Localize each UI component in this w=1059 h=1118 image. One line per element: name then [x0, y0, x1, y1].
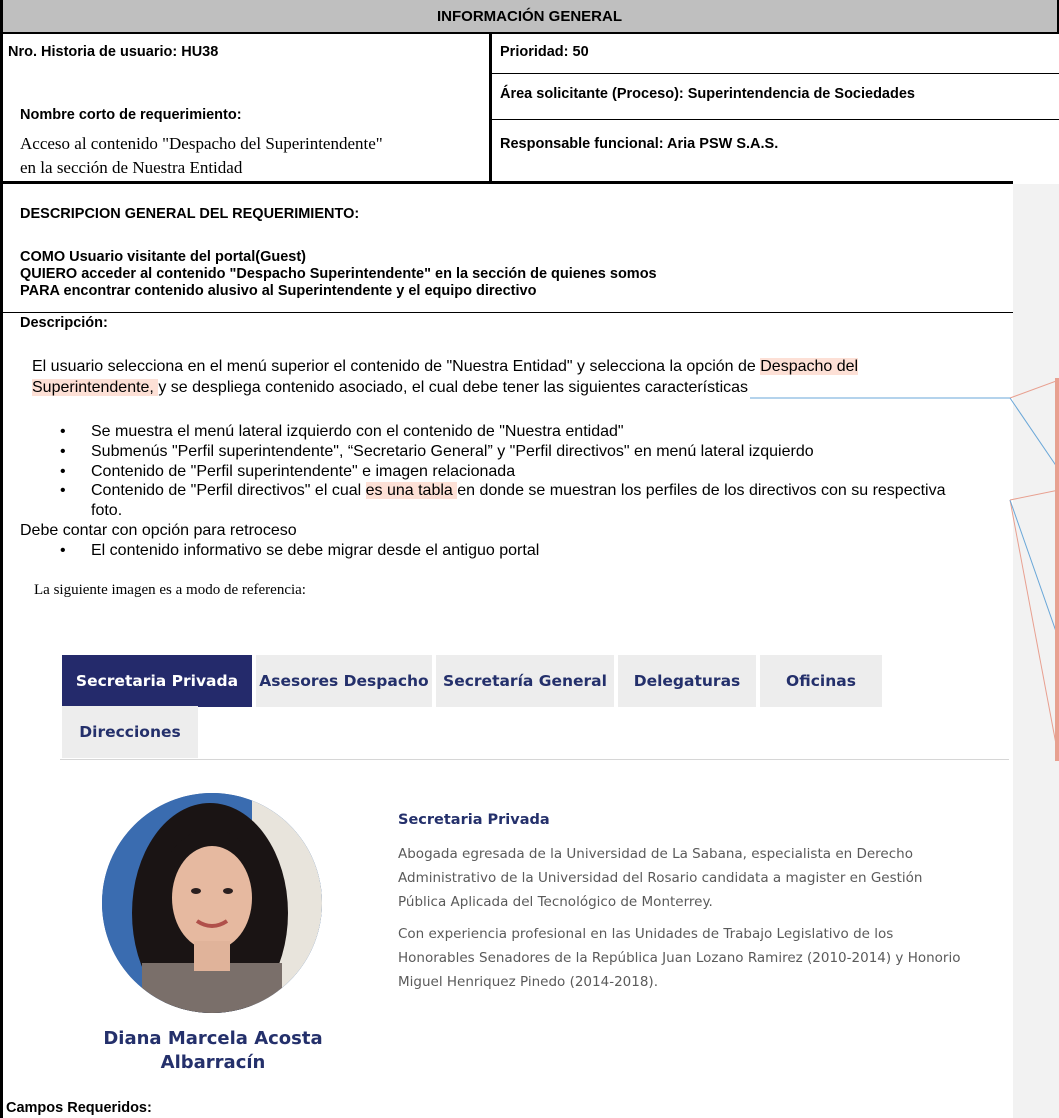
bullet-dot-5: • [60, 542, 66, 559]
para2-line-2: Honorables Senadores de la República Jua… [398, 950, 961, 966]
bullet-3: Contenido de "Perfil superintendente" e … [91, 463, 516, 480]
user-story-para: PARA encontrar contenido alusivo al Supe… [20, 283, 537, 299]
required-fields-label: Campos Requeridos: [6, 1100, 152, 1116]
tab-underline [60, 759, 1009, 760]
profile-paragraph-2: Con experiencia profesional en las Unida… [398, 922, 961, 994]
header-title: INFORMACIÓN GENERAL [437, 8, 622, 25]
responsible: Responsable funcional: Aria PSW S.A.S. [500, 136, 779, 152]
tab-delegaturas[interactable]: Delegaturas [618, 655, 756, 707]
description-paragraph-line-2: Superintendente, y se despliega contenid… [32, 379, 749, 396]
reference-note: La siguiente imagen es a modo de referen… [34, 582, 306, 598]
rollback-requirement: Debe contar con opción para retroceso [20, 522, 297, 539]
general-description-heading: DESCRIPCION GENERAL DEL REQUERIMIENTO: [20, 206, 360, 222]
profile-photo [102, 793, 322, 1013]
table-divider-middle [489, 32, 492, 182]
tab-asesores-despacho[interactable]: Asesores Despacho [256, 655, 432, 707]
para2-line-3: Miguel Henriquez Pinedo (2014-2018). [398, 974, 658, 990]
section-title: Secretaria Privada [398, 812, 550, 828]
story-number: Nro. Historia de usuario: HU38 [8, 44, 219, 60]
bullet-5: El contenido informativo se debe migrar … [91, 542, 540, 559]
para1-line-1: Abogada egresada de la Universidad de La… [398, 846, 913, 862]
person-name: Diana Marcela Acosta Albarracín [72, 1027, 354, 1075]
area-requesting: Área solicitante (Proceso): Superintende… [500, 86, 915, 102]
short-name-line-2: en la sección de Nuestra Entidad [20, 158, 243, 177]
highlight-comment-1-cont: Superintendente, [32, 379, 159, 396]
tab-secretaria-privada[interactable]: Secretaria Privada [62, 655, 252, 707]
user-story-como: COMO Usuario visitante del portal(Guest) [20, 249, 307, 265]
table-divider-rows [492, 73, 1059, 74]
bullet-dot-2: • [60, 443, 66, 460]
table-divider-section [0, 181, 1013, 184]
user-story-quiero: QUIERO acceder al contenido "Despacho Su… [20, 266, 657, 282]
description-label: Descripción: [20, 315, 108, 331]
priority: Prioridad: 50 [500, 44, 589, 60]
tab-direcciones[interactable]: Direcciones [62, 706, 198, 758]
bullet-dot-4: • [60, 482, 66, 499]
tab-oficinas[interactable]: Oficinas [760, 655, 882, 707]
portrait-illustration [102, 793, 322, 1013]
para1-line-2: Administrativo de la Universidad del Ros… [398, 870, 923, 886]
short-name-label: Nombre corto de requerimiento: [20, 107, 242, 123]
bullet-1: Se muestra el menú lateral izquierdo con… [91, 423, 624, 440]
bullet-dot-3: • [60, 463, 66, 480]
person-name-line-1: Diana Marcela Acosta [103, 1028, 323, 1049]
highlight-comment-2: es una tabla [365, 482, 458, 499]
short-name-line-1: Acceso al contenido "Despacho del Superi… [20, 134, 383, 153]
para1-line-3: Pública Aplicada del Tecnológico de Mont… [398, 894, 713, 910]
table-divider-rows-2 [492, 119, 1059, 120]
comment-connector-lines [750, 379, 1059, 761]
tab-secretaria-general[interactable]: Secretaría General [436, 655, 614, 707]
table-divider-description [0, 312, 1013, 313]
table-border-left [0, 0, 3, 1118]
bullet-dot-1: • [60, 423, 66, 440]
profile-paragraph-1: Abogada egresada de la Universidad de La… [398, 842, 922, 914]
person-name-line-2: Albarracín [160, 1052, 266, 1073]
comment-marker [1055, 378, 1059, 761]
para2-line-1: Con experiencia profesional en las Unida… [398, 926, 894, 942]
bullet-4-continued: foto. [91, 502, 123, 519]
